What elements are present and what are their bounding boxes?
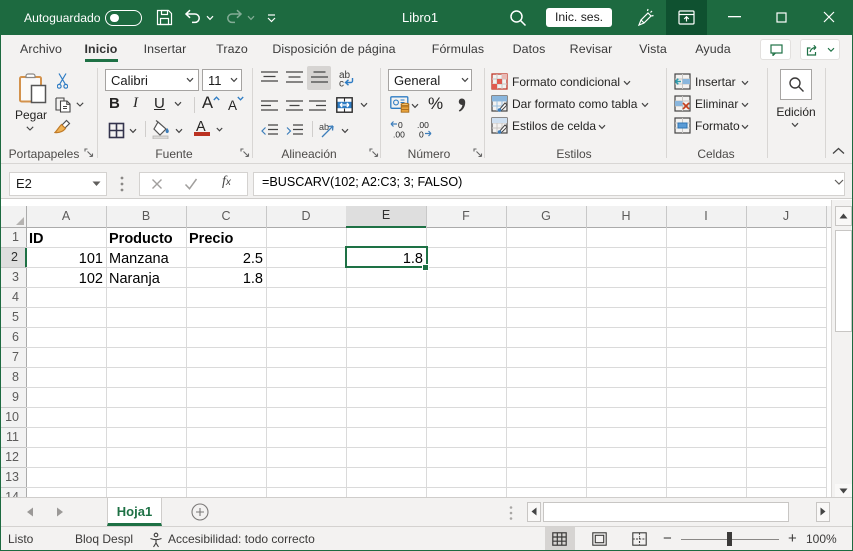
svg-text:0: 0	[398, 120, 403, 130]
svg-text:ab: ab	[319, 122, 329, 132]
svg-text:.00: .00	[417, 120, 429, 130]
svg-text:0: 0	[419, 130, 424, 140]
svg-text:c: c	[339, 79, 344, 88]
svg-text:.00: .00	[393, 130, 405, 140]
